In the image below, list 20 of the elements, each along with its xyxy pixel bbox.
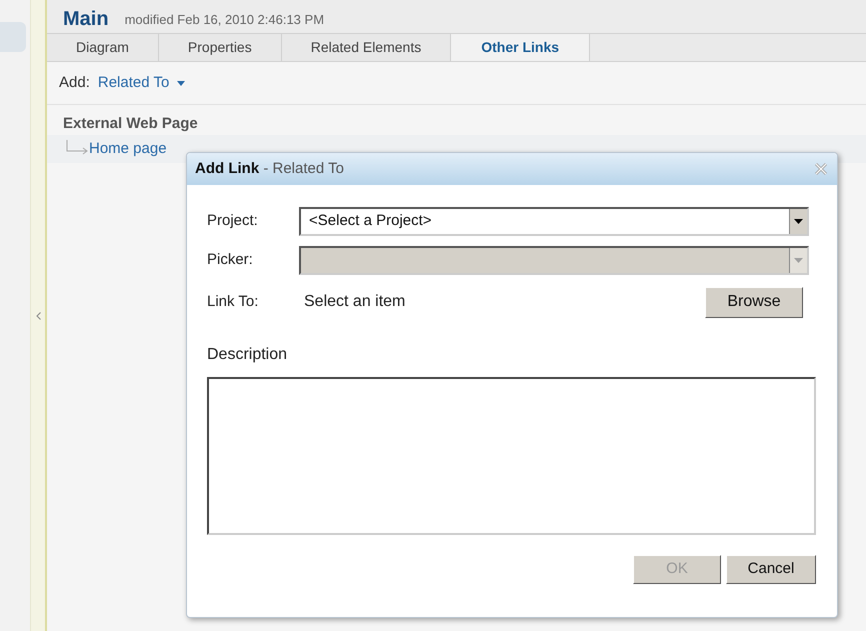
related-to-menu[interactable]: Related To [98,72,186,94]
modified-date: modified Feb 16, 2010 2:46:13 PM [124,10,324,28]
close-icon[interactable] [813,161,829,177]
select-field[interactable]: <Select a Project> [299,207,809,236]
browse-button[interactable]: Browse [705,286,803,318]
home-page-link[interactable]: Home page [89,138,167,160]
field-label: Link To: [207,292,260,312]
section-title: External Web Page [62,114,199,134]
dialog-button[interactable]: Cancel [726,555,816,584]
caret-icon [177,80,186,86]
select-value: <Select a Project> [308,211,433,232]
dialog-title: Add Link - Related To [195,158,344,179]
link-target: Select an item [304,292,406,312]
tab[interactable]: Other Links [451,34,590,61]
field-label: Project: [207,211,259,232]
description-label: Description [207,345,288,365]
add-label: Add: [59,72,90,93]
field-label: Picker: [207,250,254,270]
description-field[interactable] [207,377,816,535]
page-title: Main [63,9,109,29]
